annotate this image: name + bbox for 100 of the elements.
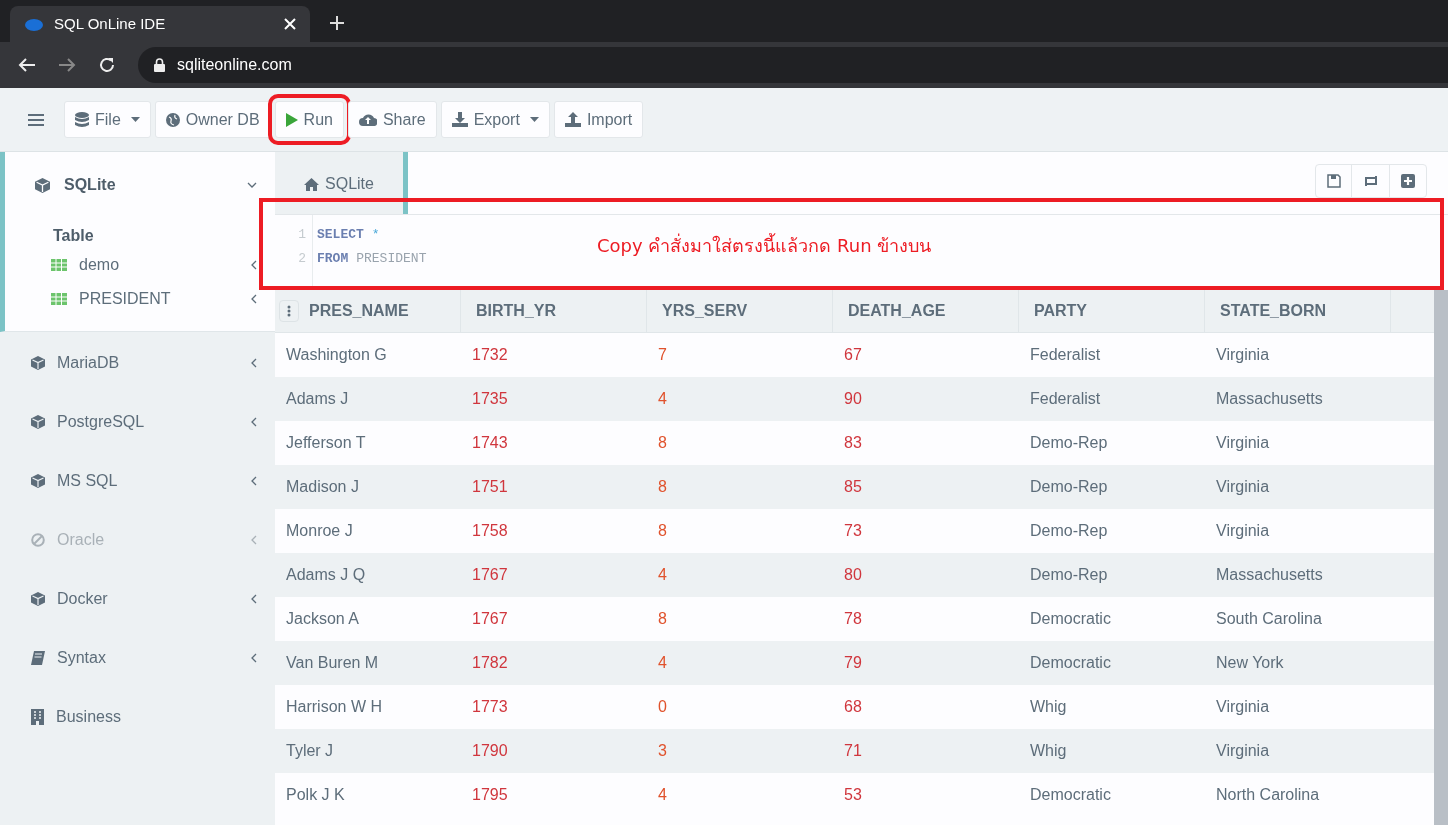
browser-tab[interactable]: SQL OnLine IDE bbox=[10, 6, 310, 42]
lock-icon bbox=[154, 58, 165, 72]
building-icon bbox=[31, 708, 44, 725]
table-cell-text: 1773 bbox=[471, 697, 509, 717]
table-cell-text: 90 bbox=[843, 389, 863, 409]
table-cell-text: 1743 bbox=[471, 433, 509, 453]
table-cell-text: Demo-Rep bbox=[1029, 521, 1109, 541]
column-header[interactable]: DEATH_AGE bbox=[848, 299, 946, 323]
table-cell-text: 71 bbox=[843, 741, 863, 761]
table-cell-text: 8 bbox=[657, 521, 668, 541]
table-cell-text: Democratic bbox=[1029, 609, 1112, 629]
table-cell-text: Democratic bbox=[1029, 785, 1112, 805]
column-header[interactable]: BIRTH_YR bbox=[476, 299, 556, 323]
table-cell-text: Whig bbox=[1029, 697, 1068, 717]
sidebar-item[interactable]: PostgreSQL bbox=[0, 392, 275, 451]
sidebar-item[interactable]: MS SQL bbox=[0, 451, 275, 510]
column-header[interactable]: PRES_NAME bbox=[309, 299, 409, 323]
table-cell-text: Virginia bbox=[1215, 433, 1271, 453]
home-icon bbox=[304, 177, 320, 191]
annotation-text: Copy คำสั่งมาใส่ตรงนี้แล้วกด Run ข้างบน bbox=[597, 232, 932, 258]
caret-icon bbox=[251, 357, 257, 368]
table-cell-text: 68 bbox=[843, 697, 863, 717]
back-icon[interactable] bbox=[18, 57, 36, 73]
table-cell-text: Demo-Rep bbox=[1029, 565, 1109, 585]
table-cell-text: 0 bbox=[657, 697, 668, 717]
table-cell-text: Adams J bbox=[285, 389, 350, 409]
sidebar-item[interactable]: Syntax bbox=[0, 628, 275, 687]
caret-icon bbox=[130, 117, 140, 122]
editor-tab[interactable]: SQLite bbox=[275, 152, 408, 214]
table-cell-text: 4 bbox=[657, 565, 668, 585]
table-cell-text: 8 bbox=[657, 609, 668, 629]
table-cell-text: 8 bbox=[657, 433, 668, 453]
table-cell-text: Madison J bbox=[285, 477, 360, 497]
caret-icon bbox=[251, 534, 257, 545]
table-cell-text: Democratic bbox=[1029, 653, 1112, 673]
table-item[interactable]: PRESIDENT bbox=[5, 282, 275, 316]
table-cell-text: 79 bbox=[843, 653, 863, 673]
table-cell-text: 1758 bbox=[471, 521, 509, 541]
line-number: 1 bbox=[297, 226, 306, 244]
sql-keyword: FROM bbox=[317, 250, 349, 268]
table-cell-text: Monroe J bbox=[285, 521, 354, 541]
column-header[interactable]: PARTY bbox=[1034, 299, 1088, 323]
toolbar-button[interactable]: Export bbox=[440, 101, 550, 138]
table-cell-text: 1795 bbox=[471, 785, 509, 805]
table-cell-text: New York bbox=[1215, 653, 1285, 673]
code-text: PRESIDENT bbox=[356, 250, 427, 268]
table-item[interactable]: demo bbox=[5, 248, 275, 282]
table-cell-text: Whig bbox=[1029, 741, 1068, 761]
cloud-upload-icon bbox=[358, 113, 377, 126]
toolbar-button[interactable]: Share bbox=[347, 101, 437, 138]
caret-icon bbox=[251, 475, 257, 486]
table-cell-text: 4 bbox=[657, 785, 668, 805]
cube-icon bbox=[31, 473, 45, 488]
new-tab-icon[interactable] bbox=[330, 16, 344, 30]
play-icon bbox=[285, 112, 298, 127]
table-cell-text: 1732 bbox=[471, 345, 509, 365]
code-text: * bbox=[371, 226, 380, 244]
sidebar-item[interactable]: Business bbox=[0, 687, 275, 746]
table-cell-text: Polk J K bbox=[285, 785, 346, 805]
sidebar-item[interactable]: SQLite bbox=[5, 152, 275, 218]
table-cell-text: Jefferson T bbox=[285, 433, 367, 453]
toolbar-button[interactable]: File bbox=[64, 101, 151, 138]
table-cell-text: Demo-Rep bbox=[1029, 433, 1109, 453]
toolbar-button[interactable]: Import bbox=[553, 101, 644, 138]
table-cell-text: 80 bbox=[843, 565, 863, 585]
table-cell-text: Adams J Q bbox=[285, 565, 367, 585]
cube-icon bbox=[35, 177, 50, 193]
caret-icon bbox=[251, 652, 257, 663]
caret-icon bbox=[247, 181, 257, 189]
caret-icon bbox=[529, 117, 539, 122]
sidebar-item[interactable]: MariaDB bbox=[0, 333, 275, 392]
table-cell-text: 7 bbox=[657, 345, 668, 365]
column-header[interactable]: YRS_SERV bbox=[662, 299, 748, 323]
caret-icon bbox=[251, 294, 257, 304]
table-cell-text: South Carolina bbox=[1215, 609, 1323, 629]
table-cell-text: 67 bbox=[843, 345, 863, 365]
url-text: sqliteonline.com bbox=[177, 55, 292, 75]
table-cell-text: 1782 bbox=[471, 653, 509, 673]
table-icon bbox=[51, 259, 67, 271]
database-icon bbox=[75, 111, 89, 128]
reload-icon[interactable] bbox=[98, 56, 116, 74]
table-cell-text: 1735 bbox=[471, 389, 509, 409]
forward-icon[interactable] bbox=[58, 57, 76, 73]
line-number: 2 bbox=[297, 250, 306, 268]
toolbar-button[interactable]: Owner DB bbox=[154, 101, 271, 138]
table-cell-text: Van Buren M bbox=[285, 653, 380, 673]
cube-icon bbox=[31, 591, 45, 606]
close-icon[interactable] bbox=[284, 18, 296, 30]
table-cell-text: 85 bbox=[843, 477, 863, 497]
column-header[interactable]: STATE_BORN bbox=[1220, 299, 1327, 323]
sidebar-item[interactable]: Docker bbox=[0, 569, 275, 628]
scrollbar[interactable] bbox=[1434, 290, 1448, 825]
table-cell-text: Federalist bbox=[1029, 345, 1102, 365]
menu-icon[interactable] bbox=[28, 112, 44, 127]
table-cell-text: Jackson A bbox=[285, 609, 360, 629]
column-menu-icon[interactable] bbox=[279, 300, 299, 322]
address-bar[interactable]: sqliteonline.com bbox=[138, 47, 1448, 83]
download-icon bbox=[451, 112, 468, 127]
table-cell-text: Demo-Rep bbox=[1029, 477, 1109, 497]
table-cell-text: Massachusetts bbox=[1215, 565, 1324, 585]
